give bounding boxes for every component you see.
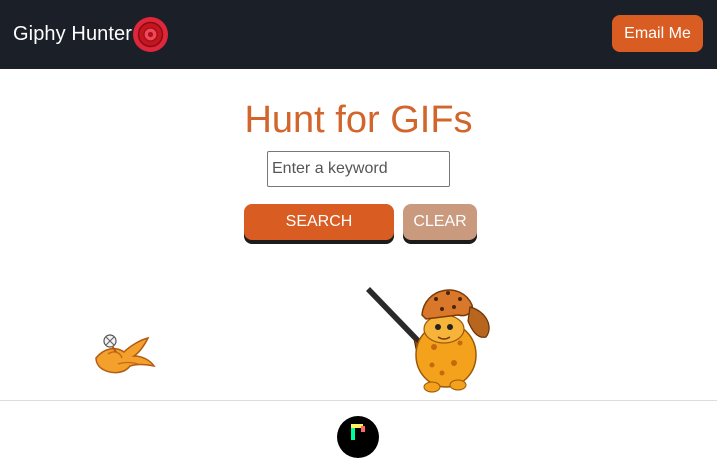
page-title: Hunt for GIFs (244, 99, 473, 141)
search-button[interactable]: SEARCH (244, 204, 394, 240)
clear-button[interactable]: CLEAR (403, 204, 477, 240)
brand[interactable]: Giphy Hunter (13, 0, 132, 69)
flying-bird-gif[interactable] (90, 328, 156, 376)
target-icon[interactable] (132, 16, 169, 53)
giphy-logo-icon[interactable] (337, 416, 379, 458)
footer-divider (0, 400, 717, 401)
brand-name[interactable]: Giphy Hunter (13, 23, 132, 46)
navbar: Giphy Hunter Email Me (0, 0, 717, 69)
email-me-button[interactable]: Email Me (612, 15, 703, 52)
keyword-input[interactable] (267, 151, 450, 187)
hunter-with-rifle-gif[interactable] (362, 277, 496, 397)
